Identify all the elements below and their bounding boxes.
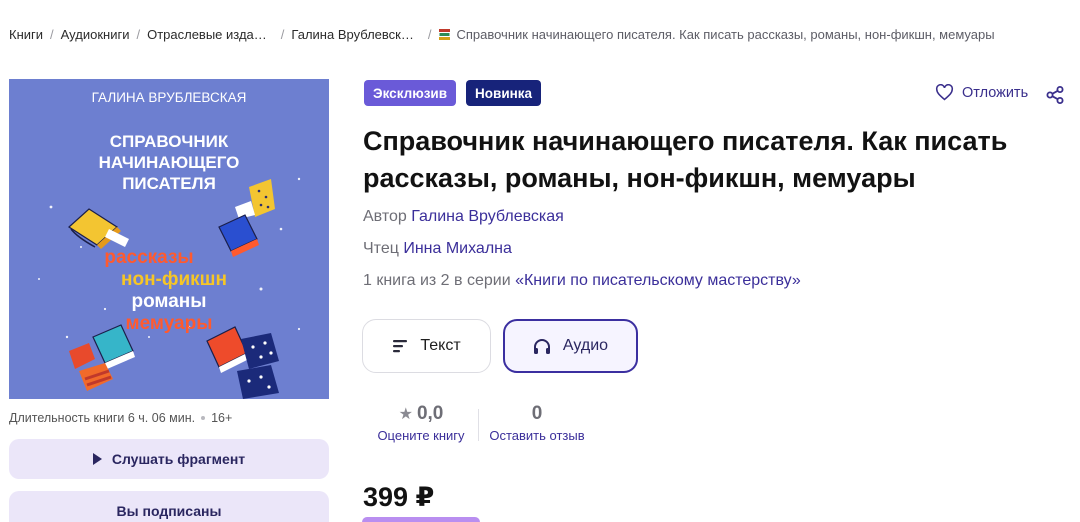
listen-fragment-label: Слушать фрагмент [111, 451, 246, 467]
breadcrumb-separator: / [136, 26, 141, 42]
rate-book-link[interactable]: Оцените книгу [372, 428, 470, 443]
reader-label: Чтец [363, 240, 399, 257]
reader-link[interactable]: Инна Михална [403, 240, 512, 257]
star-icon: ★ [398, 406, 413, 423]
cover-title-line-3: ПИСАТЕЛЯ [122, 174, 216, 193]
rating-value: 0,0 [416, 403, 444, 424]
cover-title-line-2: НАЧИНАЮЩЕГО [99, 153, 240, 172]
series-link[interactable]: «Книги по писательскому мастерству» [515, 272, 801, 289]
subscribed-button[interactable]: Вы подписаны [9, 491, 329, 522]
duration-line: Длительность книги 6 ч. 06 мин. 16+ [9, 411, 232, 425]
breadcrumb-books[interactable]: Книги [9, 27, 43, 42]
author-label: Автор [363, 208, 407, 225]
headphones-icon [533, 338, 550, 354]
breadcrumb: Книги / Аудиокниги / Отраслевые изда… / … [9, 26, 995, 42]
series-row: 1 книга из 2 в серии «Книги по писательс… [363, 272, 801, 290]
book-cover[interactable]: ГАЛИНА ВРУБЛЕВСКАЯ СПРАВОЧНИК НАЧИНАЮЩЕГ… [9, 79, 329, 399]
heart-icon [935, 84, 954, 101]
breadcrumb-audiobooks[interactable]: Аудиокниги [61, 27, 130, 42]
rating-block: ★ 0,0 Оцените книгу [372, 403, 470, 443]
rating-value-row: ★ 0,0 [372, 403, 470, 425]
reviews-block: 0 Оставить отзыв [486, 403, 588, 443]
new-badge: Новинка [466, 80, 542, 106]
share-icon[interactable] [1045, 85, 1065, 105]
rating-divider [478, 409, 479, 441]
defer-label: Отложить [962, 84, 1029, 101]
format-audio-label: Аудио [562, 337, 609, 354]
leave-review-link[interactable]: Оставить отзыв [486, 428, 588, 443]
breadcrumb-current-label: Справочник начинающего писателя. Как пис… [456, 26, 995, 42]
cover-genre-4: мемуары [126, 313, 213, 334]
book-stack-icon [439, 28, 451, 40]
buy-button[interactable] [362, 517, 480, 522]
play-icon [92, 453, 102, 465]
cover-genre-1: рассказы [104, 247, 193, 268]
reader-row: Чтец Инна Михална [363, 240, 512, 258]
format-text-label: Текст [420, 337, 461, 354]
cover-author: ГАЛИНА ВРУБЛЕВСКАЯ [92, 90, 247, 105]
format-audio-button[interactable]: Аудио [503, 319, 638, 373]
listen-fragment-button[interactable]: Слушать фрагмент [9, 439, 329, 479]
price: 399 ₽ [363, 482, 435, 512]
breadcrumb-industry[interactable]: Отраслевые изда… [147, 27, 267, 42]
separator-dot [201, 416, 206, 420]
duration-text: Длительность книги 6 ч. 06 мин. [9, 411, 196, 425]
breadcrumb-author[interactable]: Галина Врублевск… [291, 27, 413, 42]
defer-button[interactable]: Отложить [935, 84, 1028, 101]
breadcrumb-current: Справочник начинающего писателя. Как пис… [438, 26, 995, 42]
reviews-count: 0 [531, 403, 543, 424]
cover-title-line-1: СПРАВОЧНИК [110, 132, 229, 151]
cover-genre-3: романы [131, 291, 206, 312]
book-title: Справочник начинающего писателя. Как пис… [363, 126, 1008, 193]
text-lines-icon [393, 340, 408, 353]
breadcrumb-separator: / [50, 26, 54, 42]
badges: Эксклюзив Новинка [364, 80, 542, 106]
exclusive-badge: Эксклюзив [364, 80, 457, 106]
series-label: 1 книга из 2 в серии [363, 272, 511, 289]
breadcrumb-separator: / [427, 26, 432, 42]
format-text-button[interactable]: Текст [362, 319, 491, 373]
subscribed-label: Вы подписаны [116, 503, 222, 519]
author-row: Автор Галина Врублевская [363, 208, 564, 226]
cover-genre-2: нон-фикшн [121, 269, 227, 290]
breadcrumb-separator: / [280, 26, 285, 42]
author-link[interactable]: Галина Врублевская [411, 208, 564, 225]
age-rating: 16+ [211, 411, 233, 425]
